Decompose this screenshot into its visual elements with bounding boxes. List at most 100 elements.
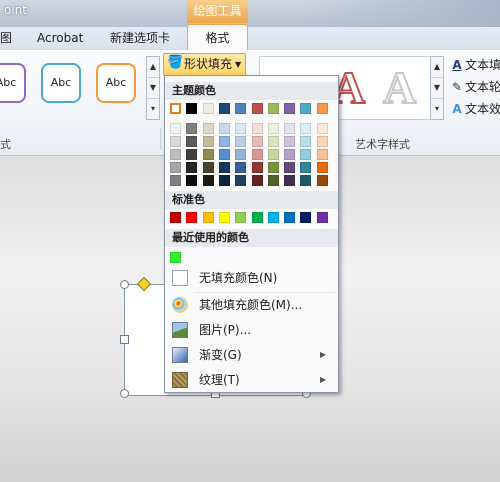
theme-shade-swatch[interactable] bbox=[317, 136, 328, 147]
standard-color-swatch[interactable] bbox=[284, 212, 295, 223]
theme-color-swatch[interactable] bbox=[235, 103, 246, 114]
shape-fill-button[interactable]: 🪣 形状填充 ▼ bbox=[163, 53, 246, 76]
texture-fill-item[interactable]: 纹理(T) ▶ bbox=[165, 368, 338, 392]
theme-color-swatch[interactable] bbox=[252, 103, 263, 114]
theme-shade-swatch[interactable] bbox=[317, 162, 328, 173]
no-fill-item[interactable]: 无填充颜色(N) bbox=[165, 266, 338, 290]
standard-color-swatch[interactable] bbox=[203, 212, 214, 223]
picture-fill-item[interactable]: 图片(P)... bbox=[165, 318, 338, 342]
theme-shade-swatch[interactable] bbox=[252, 175, 263, 186]
wordart-gallery-scroll[interactable]: ▲ ▼ ▾ bbox=[430, 56, 444, 120]
theme-shade-swatch[interactable] bbox=[203, 136, 214, 147]
standard-color-swatch[interactable] bbox=[268, 212, 279, 223]
theme-color-swatch[interactable] bbox=[203, 103, 214, 114]
tab-picture[interactable]: 图 bbox=[0, 27, 12, 49]
theme-shade-swatch[interactable] bbox=[284, 123, 295, 134]
scroll-up-icon[interactable]: ▲ bbox=[147, 57, 159, 78]
theme-color-swatch[interactable] bbox=[284, 103, 295, 114]
more-fill-colors-item[interactable]: 其他填充颜色(M)... bbox=[165, 293, 338, 317]
shape-style-blue[interactable]: Abc bbox=[41, 63, 81, 103]
tab-acrobat[interactable]: Acrobat bbox=[37, 27, 83, 49]
theme-shade-swatch[interactable] bbox=[235, 162, 246, 173]
theme-shade-swatch[interactable] bbox=[252, 162, 263, 173]
theme-shade-swatch[interactable] bbox=[219, 136, 230, 147]
standard-color-swatch[interactable] bbox=[170, 212, 181, 223]
theme-color-swatch[interactable] bbox=[186, 103, 197, 114]
triangle-down-icon[interactable]: ▼ bbox=[235, 54, 241, 75]
standard-color-swatch[interactable] bbox=[235, 212, 246, 223]
theme-shade-swatch[interactable] bbox=[219, 175, 230, 186]
theme-color-swatch[interactable] bbox=[317, 103, 328, 114]
scroll-down-icon[interactable]: ▼ bbox=[147, 78, 159, 99]
tab-format[interactable]: 格式 bbox=[187, 24, 248, 51]
theme-shade-swatch[interactable] bbox=[268, 175, 279, 186]
resize-handle-bottom-left[interactable] bbox=[120, 389, 129, 398]
standard-color-swatch[interactable] bbox=[317, 212, 328, 223]
recent-color-swatch[interactable] bbox=[170, 252, 181, 263]
text-outline-button[interactable]: ✎ 文本轮 bbox=[449, 77, 500, 97]
theme-shade-swatch[interactable] bbox=[252, 149, 263, 160]
gradient-fill-item[interactable]: 渐变(G) ▶ bbox=[165, 343, 338, 367]
theme-shade-swatch[interactable] bbox=[300, 123, 311, 134]
tab-new-tab[interactable]: 新建选项卡 bbox=[110, 27, 170, 49]
theme-shade-swatch[interactable] bbox=[170, 175, 181, 186]
theme-shade-swatch[interactable] bbox=[300, 175, 311, 186]
standard-color-swatch[interactable] bbox=[300, 212, 311, 223]
theme-shade-swatch[interactable] bbox=[186, 149, 197, 160]
theme-color-swatch[interactable] bbox=[268, 103, 279, 114]
theme-shade-swatch[interactable] bbox=[317, 175, 328, 186]
theme-shade-swatch[interactable] bbox=[268, 162, 279, 173]
theme-shade-swatch[interactable] bbox=[252, 123, 263, 134]
theme-shade-swatch[interactable] bbox=[300, 136, 311, 147]
standard-color-swatch[interactable] bbox=[252, 212, 263, 223]
theme-shade-swatch[interactable] bbox=[317, 149, 328, 160]
theme-shade-swatch[interactable] bbox=[235, 149, 246, 160]
theme-shade-swatch[interactable] bbox=[252, 136, 263, 147]
theme-shade-swatch[interactable] bbox=[317, 123, 328, 134]
wordart-style-white-outline[interactable]: A bbox=[382, 57, 417, 119]
theme-shade-swatch[interactable] bbox=[186, 123, 197, 134]
resize-handle-top-left[interactable] bbox=[120, 280, 129, 289]
theme-shade-swatch[interactable] bbox=[235, 136, 246, 147]
theme-color-swatch[interactable] bbox=[300, 103, 311, 114]
scroll-down-icon[interactable]: ▼ bbox=[431, 78, 443, 99]
theme-color-swatch[interactable] bbox=[170, 103, 181, 114]
theme-shade-swatch[interactable] bbox=[219, 123, 230, 134]
theme-shade-swatch[interactable] bbox=[219, 162, 230, 173]
theme-shade-swatch[interactable] bbox=[219, 149, 230, 160]
theme-shade-swatch[interactable] bbox=[170, 149, 181, 160]
theme-shade-swatch[interactable] bbox=[170, 123, 181, 134]
standard-color-swatch[interactable] bbox=[219, 212, 230, 223]
theme-shade-swatch[interactable] bbox=[186, 136, 197, 147]
theme-shade-swatch[interactable] bbox=[186, 175, 197, 186]
theme-shade-swatch[interactable] bbox=[284, 175, 295, 186]
scroll-up-icon[interactable]: ▲ bbox=[431, 57, 443, 78]
resize-handle-left[interactable] bbox=[120, 335, 129, 344]
theme-shade-swatch[interactable] bbox=[268, 123, 279, 134]
theme-shade-swatch[interactable] bbox=[203, 162, 214, 173]
theme-color-swatch[interactable] bbox=[219, 103, 230, 114]
shape-style-orange[interactable]: Abc bbox=[96, 63, 136, 103]
theme-shade-swatch[interactable] bbox=[300, 162, 311, 173]
theme-shade-swatch[interactable] bbox=[203, 123, 214, 134]
theme-shade-swatch[interactable] bbox=[300, 149, 311, 160]
theme-shade-swatch[interactable] bbox=[235, 175, 246, 186]
theme-shade-swatch[interactable] bbox=[203, 149, 214, 160]
theme-shade-swatch[interactable] bbox=[284, 136, 295, 147]
gallery-more-icon[interactable]: ▾ bbox=[147, 99, 159, 119]
text-fill-button[interactable]: A 文本填 bbox=[449, 55, 500, 75]
theme-shade-swatch[interactable] bbox=[235, 123, 246, 134]
theme-shade-swatch[interactable] bbox=[203, 175, 214, 186]
gallery-more-icon[interactable]: ▾ bbox=[431, 99, 443, 119]
theme-shade-swatch[interactable] bbox=[170, 162, 181, 173]
theme-shade-swatch[interactable] bbox=[284, 149, 295, 160]
shape-style-gallery-scroll[interactable]: ▲ ▼ ▾ bbox=[146, 56, 160, 120]
theme-shade-swatch[interactable] bbox=[268, 149, 279, 160]
theme-shade-swatch[interactable] bbox=[268, 136, 279, 147]
theme-shade-swatch[interactable] bbox=[186, 162, 197, 173]
shape-style-purple[interactable]: Abc bbox=[0, 63, 26, 103]
theme-shade-swatch[interactable] bbox=[170, 136, 181, 147]
text-effects-button[interactable]: A 文本效 bbox=[449, 99, 500, 119]
theme-shade-swatch[interactable] bbox=[284, 162, 295, 173]
standard-color-swatch[interactable] bbox=[186, 212, 197, 223]
